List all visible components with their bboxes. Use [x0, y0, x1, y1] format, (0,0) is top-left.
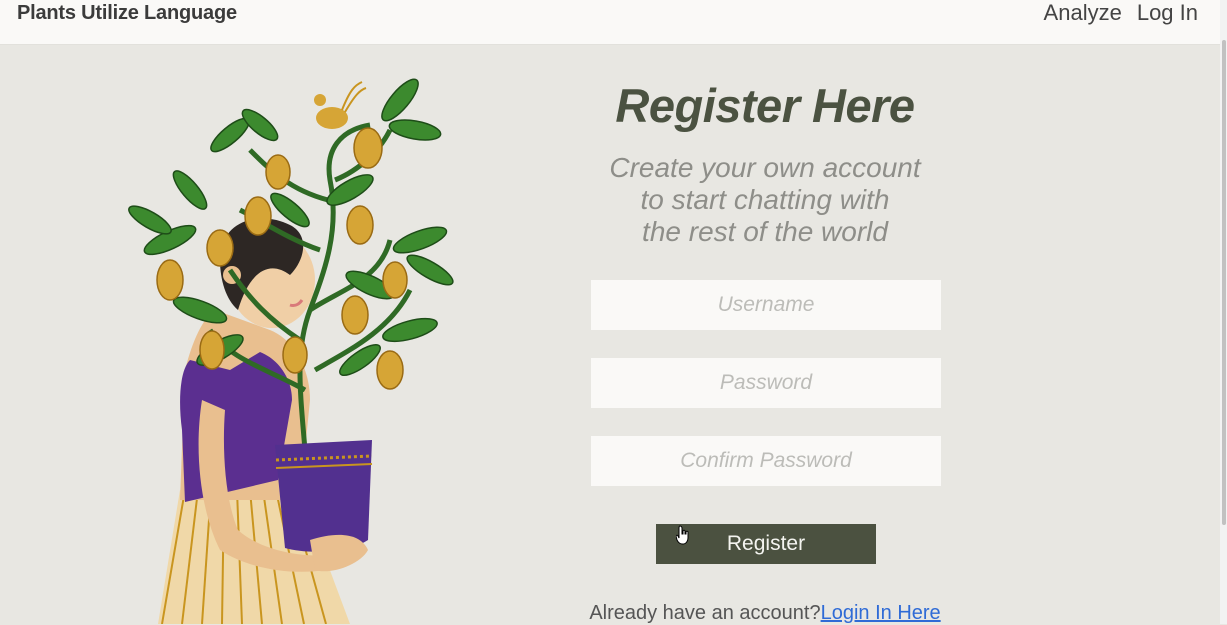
nav-link-login[interactable]: Log In [1137, 0, 1198, 26]
top-navbar: Plants Utilize Language Analyze Log In [0, 0, 1220, 45]
scrollbar-thumb[interactable] [1222, 40, 1226, 525]
nav-links: Analyze Log In [1044, 0, 1198, 26]
bird-illustration [314, 81, 367, 129]
hand-cursor-icon [676, 525, 689, 545]
brand-title[interactable]: Plants Utilize Language [17, 0, 237, 26]
flower-pot [275, 440, 373, 552]
login-link[interactable]: Login In Here [821, 602, 941, 624]
nav-link-analyze[interactable]: Analyze [1044, 0, 1122, 26]
woman-holding-plant-illustration [128, 78, 454, 624]
username-input[interactable] [591, 280, 941, 330]
subtitle-line: to start chatting with [640, 184, 890, 215]
register-form: Register Here Create your own account to… [560, 78, 970, 624]
hand-illustration [310, 534, 368, 572]
form-subtitle: Create your own account to start chattin… [560, 152, 970, 248]
login-prompt-text: Already have an account? [589, 602, 821, 624]
page-title: Register Here [615, 79, 915, 132]
subtitle-line: Create your own account [609, 152, 921, 183]
login-prompt-line: Already have an account?Login In Here [560, 602, 970, 625]
password-input[interactable] [591, 358, 941, 408]
subtitle-line: the rest of the world [642, 216, 888, 247]
confirm-password-input[interactable] [591, 436, 941, 486]
